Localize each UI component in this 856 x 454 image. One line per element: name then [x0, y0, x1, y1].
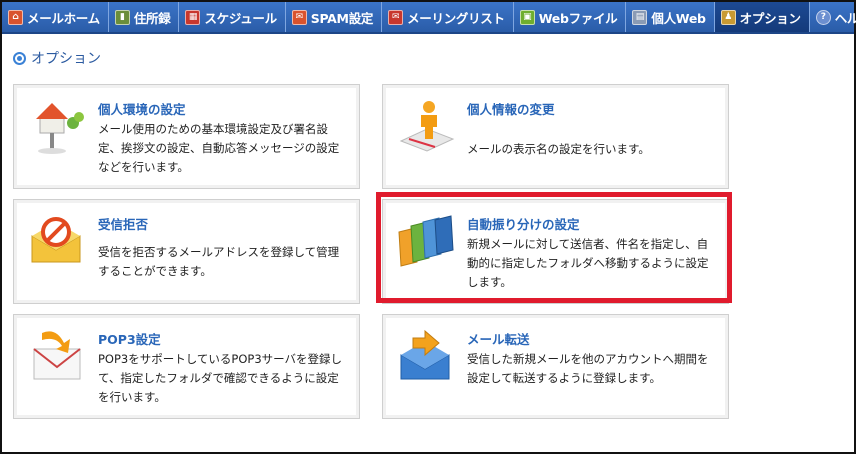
nav-item-help[interactable]: ? ヘルプ: [810, 2, 856, 32]
mailinglist-icon: ✉: [388, 9, 404, 25]
spam-icon: ✉: [291, 9, 307, 25]
card-description: メールの表示名の設定を行います。: [467, 142, 650, 156]
home-icon: ⌂: [8, 9, 23, 25]
nav-item-schedule[interactable]: ▦ スケジュール: [179, 2, 286, 32]
nav-item-spam[interactable]: ✉ SPAM設定: [286, 2, 383, 32]
addressbook-icon: ▮: [114, 9, 130, 25]
card-mail-forward[interactable]: メール転送 受信した新規メールを他のアカウントへ期間を設定して転送するように登録…: [382, 314, 729, 419]
card-pop3[interactable]: POP3設定 POP3をサポートしているPOP3サーバを登録して、指定したフォル…: [13, 314, 360, 419]
option-icon: ♟: [720, 9, 736, 25]
nav-label: メールホーム: [27, 10, 100, 26]
card-block-mail[interactable]: 受信拒否 受信を拒否するメールアドレスを登録して管理することができます。: [13, 199, 360, 304]
nav-label: 個人Web: [651, 10, 706, 26]
page-title: オプション: [13, 48, 101, 68]
page-title-text: オプション: [31, 51, 101, 67]
card-description: メール使用のための基本環境設定及び署名設定、挨拶文の設定、自動応答メッセージの設…: [98, 122, 340, 174]
house-settings-icon: [36, 103, 84, 154]
nav-item-personalweb[interactable]: ▤ 個人Web: [626, 2, 715, 32]
folders-sort-icon: [398, 215, 454, 267]
top-nav: ⌂ メールホーム ▮ 住所録 ▦ スケジュール ✉ SPAM設定 ✉ メーリング…: [2, 2, 856, 34]
card-title: 個人情報の変更: [467, 102, 555, 117]
card-description: 受信を拒否するメールアドレスを登録して管理することができます。: [98, 245, 340, 278]
block-mail-icon: [31, 217, 81, 263]
nav-label: SPAM設定: [310, 10, 374, 26]
nav-item-mailinglist[interactable]: ✉ メーリングリスト: [382, 2, 514, 32]
nav-item-mail-home[interactable]: ⌂ メールホーム: [2, 2, 109, 32]
card-personal-info[interactable]: 個人情報の変更 メールの表示名の設定を行います。: [382, 84, 729, 189]
card-personal-settings[interactable]: 個人環境の設定 メール使用のための基本環境設定及び署名設定、挨拶文の設定、自動応…: [13, 84, 360, 189]
person-info-icon: [399, 101, 455, 152]
nav-label: ヘルプ: [834, 10, 856, 26]
personalweb-icon: ▤: [632, 9, 648, 25]
nav-item-webfile[interactable]: ▣ Webファイル: [514, 2, 627, 32]
nav-label: オプション: [739, 10, 801, 26]
card-title: 個人環境の設定: [98, 102, 186, 117]
help-icon: ?: [815, 9, 831, 25]
card-title: メール転送: [467, 332, 530, 347]
calendar-icon: ▦: [185, 9, 201, 25]
nav-label: メーリングリスト: [407, 10, 505, 26]
card-title: POP3設定: [98, 332, 161, 347]
nav-label: 住所録: [133, 10, 171, 26]
pop3-mail-icon: [33, 331, 81, 380]
nav-label: スケジュール: [204, 10, 277, 26]
nav-item-addressbook[interactable]: ▮ 住所録: [109, 2, 180, 32]
bullet-icon: [13, 51, 26, 65]
card-title: 受信拒否: [98, 217, 149, 232]
webfile-icon: ▣: [519, 9, 535, 25]
card-description: POP3をサポートしているPOP3サーバを登録して、指定したフォルダで確認できる…: [98, 352, 343, 404]
card-description: 新規メールに対して送信者、件名を指定し、自動的に指定したフォルダへ移動するように…: [467, 237, 709, 289]
mail-forward-icon: [400, 329, 450, 380]
nav-label: Webファイル: [538, 10, 618, 26]
nav-item-option[interactable]: ♟ オプション: [714, 2, 810, 32]
card-auto-sort[interactable]: 自動振り分けの設定 新規メールに対して送信者、件名を指定し、自動的に指定したフォ…: [382, 199, 729, 304]
card-description: 受信した新規メールを他のアカウントへ期間を設定して転送するように登録します。: [467, 352, 709, 385]
card-title: 自動振り分けの設定: [467, 217, 580, 232]
